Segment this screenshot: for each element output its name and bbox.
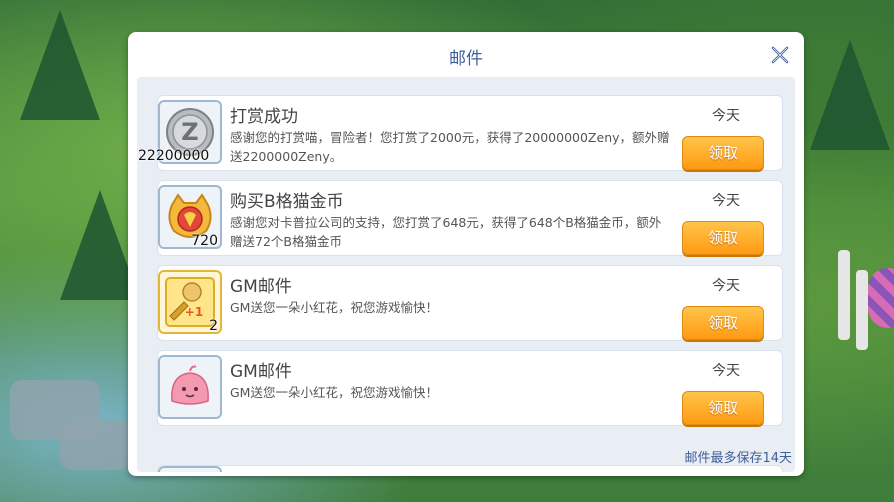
claim-button[interactable]: 领取 [682, 221, 764, 255]
mail-item: GM邮件 GM送您一朵小红花，祝您游戏愉快！ 今天 领取 [157, 350, 783, 426]
mail-date: 今天 [712, 278, 740, 294]
mail-item-attachment[interactable] [158, 466, 222, 472]
item-quantity: 2 [209, 318, 218, 334]
background-rock [60, 420, 130, 470]
mail-item-attachment[interactable]: 720 [158, 185, 222, 249]
background-tree [20, 10, 100, 120]
mail-title: GM邮件 [230, 277, 292, 297]
mail-item: Z 22200000 打赏成功 感谢您的打赏喵，冒险者！您打赏了2000元，获得… [138, 95, 783, 171]
close-icon [771, 46, 789, 64]
close-button[interactable] [768, 43, 792, 67]
modal-title: 邮件 [449, 49, 483, 69]
pink-poring-icon [171, 365, 209, 405]
mail-body: 感谢您对卡普拉公司的支持，您打赏了648元，获得了648个B格猫金币，额外赠送7… [230, 215, 662, 249]
item-quantity: 22200000 [138, 148, 210, 164]
mail-date: 今天 [712, 363, 740, 379]
svg-text:+1: +1 [185, 305, 203, 319]
background-striped-ball [868, 268, 894, 328]
mail-item: +1 2 GM邮件 GM送您一朵小红花，祝您游戏愉快！ 今天 领取 [157, 265, 783, 341]
background-fence [856, 270, 868, 350]
claim-button[interactable]: 领取 [682, 306, 764, 340]
mail-body: GM送您一朵小红花，祝您游戏愉快！ [230, 300, 438, 315]
mail-retention-note: 邮件最多保存14天 [684, 451, 792, 466]
mail-title: 打赏成功 [230, 107, 298, 127]
claim-button[interactable]: 领取 [682, 391, 764, 425]
mail-item: 720 购买B格猫金币 感谢您对卡普拉公司的支持，您打赏了648元，获得了648… [157, 180, 783, 256]
mail-list[interactable]: Z 22200000 打赏成功 感谢您的打赏喵，冒险者！您打赏了2000元，获得… [137, 77, 795, 472]
mail-item-attachment[interactable]: Z 22200000 [138, 100, 222, 164]
item-quantity: 720 [191, 233, 218, 249]
claim-button[interactable]: 领取 [682, 136, 764, 170]
background-tree [810, 40, 890, 150]
mail-body: GM送您一朵小红花，祝您游戏愉快！ [230, 385, 438, 400]
svg-text:Z: Z [181, 118, 198, 146]
mail-item-attachment[interactable]: +1 2 [158, 270, 222, 334]
mail-item-attachment[interactable] [158, 355, 222, 419]
mail-body: 感谢您的打赏喵，冒险者！您打赏了2000元，获得了20000000Zeny，额外… [230, 130, 670, 164]
mail-title: GM邮件 [230, 362, 292, 382]
mail-date: 今天 [712, 193, 740, 209]
mail-item-partial [157, 465, 783, 472]
mail-modal: 邮件 Z 22200000 打赏成功 感谢您的打赏喵，冒险者！您打赏了2000元… [128, 32, 804, 476]
mail-title: 购买B格猫金币 [230, 192, 344, 212]
mail-date: 今天 [712, 108, 740, 124]
background-fence [838, 250, 850, 340]
